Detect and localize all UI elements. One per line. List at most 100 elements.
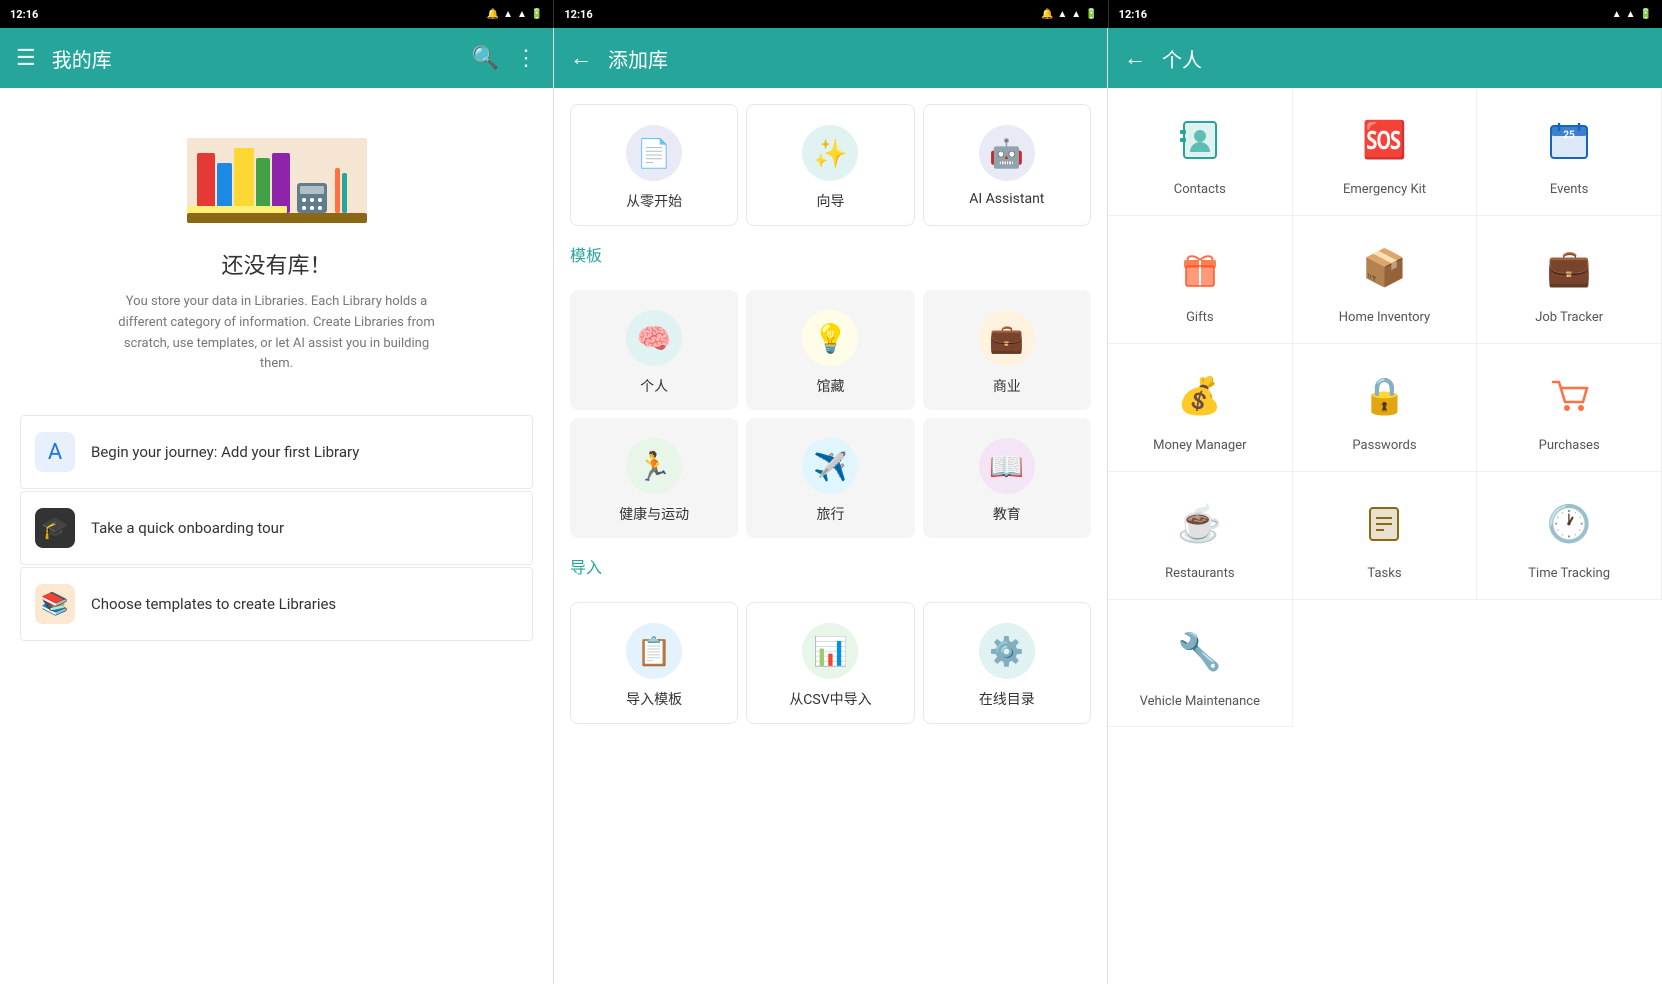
option-scratch[interactable]: 📄 从零开始 <box>570 104 738 226</box>
category-collection[interactable]: 💡 馆藏 <box>746 290 914 410</box>
category-health[interactable]: 🏃 健康与运动 <box>570 418 738 538</box>
category-label-travel: 旅行 <box>816 504 844 524</box>
search-icon[interactable]: 🔍 <box>472 46 499 71</box>
category-icon-health: 🏃 <box>626 438 682 494</box>
template-label-vehicle-maintenance: Vehicle Maintenance <box>1140 694 1260 711</box>
right-topbar: ← 个人 <box>1108 28 1662 88</box>
category-travel[interactable]: ✈️ 旅行 <box>746 418 914 538</box>
category-business[interactable]: 💼 商业 <box>923 290 1091 410</box>
template-gifts[interactable]: Gifts <box>1108 216 1293 344</box>
right-back-icon[interactable]: ← <box>1124 45 1146 71</box>
template-home-inventory[interactable]: 📦Home Inventory <box>1293 216 1478 344</box>
more-icon[interactable]: ⋮ <box>515 46 537 71</box>
left-panel-title: 我的库 <box>52 44 456 73</box>
import-label-csv: 从CSV中导入 <box>789 689 871 709</box>
status-bars: 12:16 🔔 ▲ ▲ 🔋 12:16 🔔 ▲ ▲ 🔋 12:16 ▲ ▲ 🔋 <box>0 0 1662 28</box>
time-left: 12:16 <box>10 8 38 21</box>
option-ai[interactable]: 🤖 AI Assistant <box>923 104 1091 226</box>
status-icons-right: ▲ ▲ 🔋 <box>1612 9 1652 20</box>
import-csv[interactable]: 📊 从CSV中导入 <box>746 602 914 724</box>
template-label-tasks: Tasks <box>1367 566 1401 583</box>
template-vehicle-maintenance[interactable]: 🔧 Vehicle Maintenance <box>1108 600 1293 728</box>
import-label-online: 在线目录 <box>979 689 1035 709</box>
time-right: 12:16 <box>1119 8 1147 21</box>
option-icon-scratch: 📄 <box>626 125 682 181</box>
templates-grid: Contacts🆘Emergency Kit 25 Events Gifts 📦Home… <box>1108 88 1662 727</box>
template-contacts[interactable]: Contacts <box>1108 88 1293 216</box>
left-content: 还没有库！ You store your data in Libraries. … <box>0 88 553 984</box>
template-icon-time-tracking: 🕐 <box>1537 492 1601 556</box>
template-icon-vehicle-maintenance: 🔧 <box>1168 620 1232 684</box>
panels-container: ☰ 我的库 🔍 ⋮ <box>0 28 1662 984</box>
left-topbar: ☰ 我的库 🔍 ⋮ <box>0 28 553 88</box>
import-icon-template: 📋 <box>626 623 682 679</box>
category-education[interactable]: 📖 教育 <box>923 418 1091 538</box>
template-icon-emergency-kit: 🆘 <box>1352 108 1416 172</box>
action-icon-onboarding: 🎓 <box>35 508 75 548</box>
menu-icon[interactable]: ☰ <box>16 46 36 71</box>
template-label-money-manager: Money Manager <box>1153 438 1246 455</box>
template-tasks[interactable]: Tasks <box>1293 472 1478 600</box>
template-label-restaurants: Restaurants <box>1165 566 1234 583</box>
template-icon-money-manager: 💰 <box>1168 364 1232 428</box>
category-label-business: 商业 <box>993 376 1021 396</box>
action-item-add-first[interactable]: A Begin your journey: Add your first Lib… <box>20 415 533 489</box>
right-panel: ← 个人 Contacts🆘Emergency Kit 25 Events Gifts… <box>1108 28 1662 984</box>
import-icon-online: ⚙️ <box>979 623 1035 679</box>
template-icon-contacts <box>1168 108 1232 172</box>
template-job-tracker[interactable]: 💼Job Tracker <box>1477 216 1662 344</box>
action-item-onboarding[interactable]: 🎓 Take a quick onboarding tour <box>20 491 533 565</box>
option-label-scratch: 从零开始 <box>626 191 682 211</box>
option-icon-ai: 🤖 <box>979 125 1035 181</box>
option-wizard[interactable]: ✨ 向导 <box>746 104 914 226</box>
action-icon-add-first: A <box>35 432 75 472</box>
template-label-events: Events <box>1550 182 1588 199</box>
template-icon-passwords: 🔒 <box>1352 364 1416 428</box>
status-bar-left: 12:16 🔔 ▲ ▲ 🔋 <box>0 0 553 28</box>
template-categories-grid: 🧠 个人 💡 馆藏 💼 商业 🏃 健康与运动 ✈️ 旅行 <box>554 274 1107 538</box>
middle-content: 📄 从零开始 ✨ 向导 🤖 AI Assistant <box>554 88 1107 984</box>
option-label-wizard: 向导 <box>816 191 844 211</box>
import-section-label: 导入 <box>554 538 1107 586</box>
template-money-manager[interactable]: 💰 Money Manager <box>1108 344 1293 472</box>
import-label-template: 导入模板 <box>626 689 682 709</box>
category-label-education: 教育 <box>993 504 1021 524</box>
shelf-illustration <box>177 118 377 248</box>
import-template[interactable]: 📋 导入模板 <box>570 602 738 724</box>
status-bar-right: 12:16 ▲ ▲ 🔋 <box>1108 0 1662 28</box>
left-panel: ☰ 我的库 🔍 ⋮ <box>0 28 554 984</box>
template-label-time-tracking: Time Tracking <box>1528 566 1610 583</box>
right-content: Contacts🆘Emergency Kit 25 Events Gifts 📦Home… <box>1108 88 1662 984</box>
template-emergency-kit[interactable]: 🆘Emergency Kit <box>1293 88 1478 216</box>
time-middle: 12:16 <box>564 8 592 21</box>
template-label-passwords: Passwords <box>1352 438 1416 455</box>
middle-panel: ← 添加库 📄 从零开始 ✨ 向导 <box>554 28 1108 984</box>
status-bar-middle: 12:16 🔔 ▲ ▲ 🔋 <box>553 0 1107 28</box>
template-label-gifts: Gifts <box>1186 310 1214 327</box>
status-icons-middle: 🔔 ▲ ▲ 🔋 <box>1041 9 1098 20</box>
action-item-templates[interactable]: 📚 Choose templates to create Libraries <box>20 567 533 641</box>
template-icon-home-inventory: 📦 <box>1352 236 1416 300</box>
action-icon-templates: 📚 <box>35 584 75 624</box>
template-icon-events: 25 <box>1537 108 1601 172</box>
template-label-purchases: Purchases <box>1539 438 1600 455</box>
middle-topbar: ← 添加库 <box>554 28 1107 88</box>
template-icon-purchases <box>1537 364 1601 428</box>
template-time-tracking[interactable]: 🕐 Time Tracking <box>1477 472 1662 600</box>
template-purchases[interactable]: Purchases <box>1477 344 1662 472</box>
template-restaurants[interactable]: ☕Restaurants <box>1108 472 1293 600</box>
template-section-label: 模板 <box>554 226 1107 274</box>
category-icon-business: 💼 <box>979 310 1035 366</box>
middle-back-icon[interactable]: ← <box>570 45 592 71</box>
top-options: 📄 从零开始 ✨ 向导 🤖 AI Assistant <box>554 88 1107 226</box>
middle-panel-title: 添加库 <box>608 44 1091 73</box>
template-events[interactable]: 25 Events <box>1477 88 1662 216</box>
category-icon-travel: ✈️ <box>802 438 858 494</box>
import-options-grid: 📋 导入模板 📊 从CSV中导入 ⚙️ 在线目录 <box>554 586 1107 724</box>
category-personal[interactable]: 🧠 个人 <box>570 290 738 410</box>
import-online[interactable]: ⚙️ 在线目录 <box>923 602 1091 724</box>
template-icon-gifts <box>1168 236 1232 300</box>
template-passwords[interactable]: 🔒 Passwords <box>1293 344 1478 472</box>
action-label-templates: Choose templates to create Libraries <box>91 595 336 613</box>
template-label-job-tracker: Job Tracker <box>1535 310 1603 327</box>
